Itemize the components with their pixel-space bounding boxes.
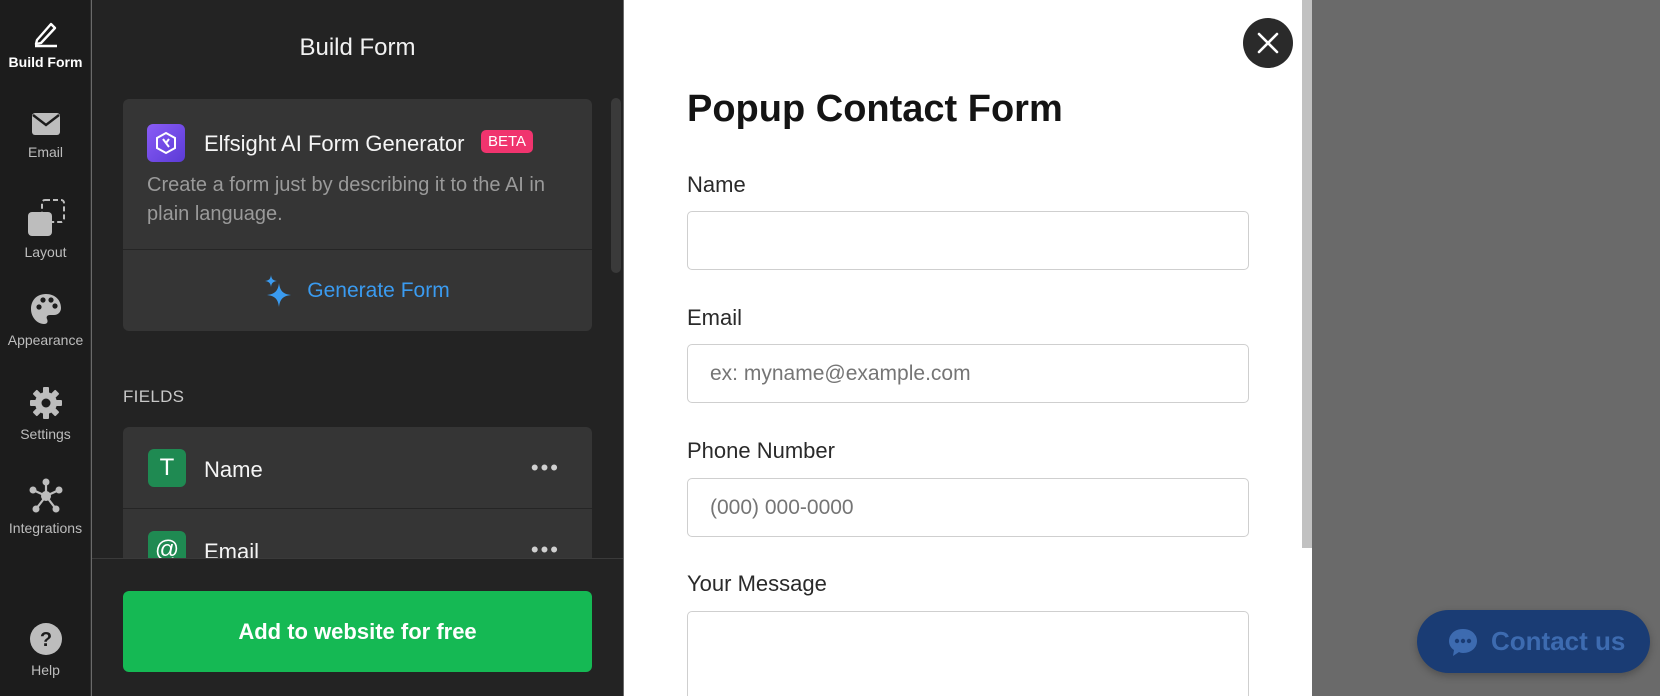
message-label: Your Message [687,571,827,596]
message-textarea[interactable] [687,611,1249,696]
panel-title: Build Form [299,34,416,61]
at-sign-icon: @ [148,531,186,558]
generate-form-label: Generate Form [307,278,450,302]
sparkle-icon [265,274,292,307]
text-field-icon: T [148,449,186,487]
generate-form-button[interactable]: Generate Form [123,250,592,331]
contact-us-launcher[interactable]: Contact us [1417,610,1650,673]
form-title: Popup Contact Form [687,88,1063,130]
rail-label: Help [31,662,60,678]
more-options-icon[interactable]: ••• [531,537,560,558]
svg-text:?: ? [39,629,51,651]
more-options-icon[interactable]: ••• [531,455,560,481]
close-icon [1257,32,1279,54]
fields-section-label: FIELDS [123,387,185,406]
phone-label: Phone Number [687,438,835,463]
rail-item-integrations[interactable]: Integrations [0,478,91,536]
email-input[interactable] [687,344,1249,403]
gear-icon [29,387,62,419]
editor-panel: Build Form Elfsight AI Form Generator BE… [92,0,623,696]
bottom-bar: Add to website for free [92,558,623,696]
add-to-website-button[interactable]: Add to website for free [123,591,592,672]
rail-label: Layout [24,244,67,260]
rail-item-appearance[interactable]: Appearance [0,292,91,348]
network-icon [29,478,62,513]
icon-rail: Build Form Email Layout Appearance Setti… [0,0,91,696]
envelope-icon [31,113,60,135]
preview-scrollbar[interactable] [1302,0,1312,548]
contact-us-label: Contact us [1491,626,1626,656]
question-icon: ? [29,623,62,655]
close-popup-button[interactable] [1243,18,1293,68]
name-input[interactable] [687,211,1249,270]
rail-label: Build Form [8,54,83,70]
field-row-name[interactable]: T Name ••• [123,427,592,509]
ai-card-title: Elfsight AI Form Generator [204,131,465,156]
rail-label: Appearance [7,332,84,348]
field-row-email[interactable]: @ Email ••• [123,509,592,558]
field-name: Email [204,539,260,558]
field-list: T Name ••• @ Email ••• [123,427,592,558]
rail-item-settings[interactable]: Settings [0,386,91,442]
ai-card-description: Create a form just by describing it to t… [147,174,545,225]
panel-scrollbar[interactable] [611,98,621,273]
ai-generator-card: Elfsight AI Form Generator BETA Create a… [123,99,592,331]
rail-item-help[interactable]: ? Help [0,622,91,678]
beta-badge: BETA [481,130,534,153]
rail-item-email[interactable]: Email [0,110,91,160]
rail-item-build-form[interactable]: Build Form [0,18,91,70]
chat-bubble-icon [1449,628,1477,656]
email-label: Email [687,305,743,330]
rail-label: Settings [20,426,71,442]
phone-input[interactable] [687,478,1249,537]
layout-icon [27,199,65,236]
rail-item-layout[interactable]: Layout [0,198,91,260]
pencil-icon [34,22,57,48]
app: Build Form Email Layout Appearance Setti… [0,0,1660,696]
ai-logo-icon [147,124,185,162]
field-name: Name [204,457,263,482]
name-label: Name [687,172,746,197]
rail-label: Integrations [8,520,83,536]
rail-label: Email [27,144,63,160]
palette-icon [30,294,61,324]
